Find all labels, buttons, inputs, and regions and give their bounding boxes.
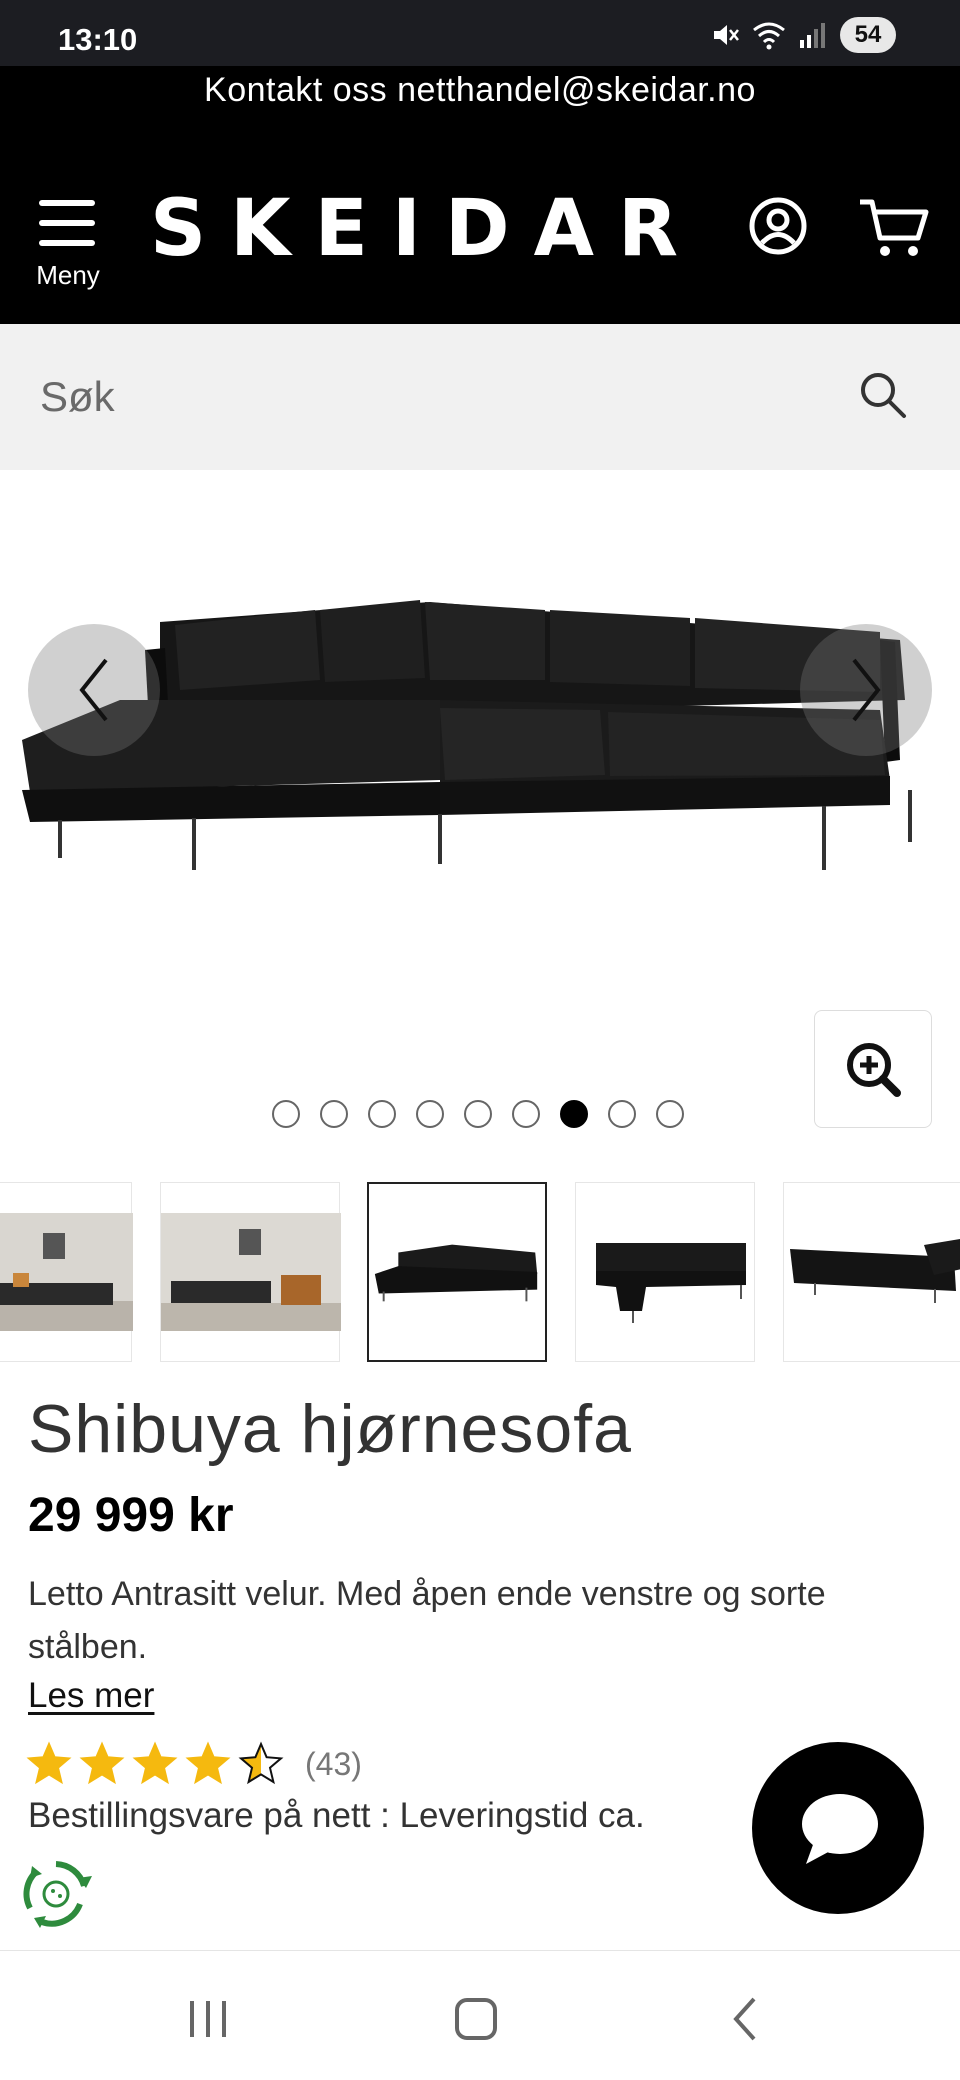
gallery-dot[interactable] [272,1100,300,1128]
chat-icon [802,1794,878,1864]
chevron-right-icon [852,658,881,722]
cart-icon[interactable] [858,196,930,260]
wifi-icon [753,22,785,50]
thumbnail[interactable] [0,1182,133,1362]
thumbnail-image [161,1213,341,1331]
back-icon[interactable] [716,1989,776,2049]
hamburger-icon [39,198,95,248]
status-time: 13:10 [58,22,138,57]
thumbnail-active[interactable] [367,1182,547,1362]
status-icons: 54 [710,17,896,53]
product-rating[interactable]: (43) [26,1741,362,1787]
search-icon[interactable] [856,368,912,424]
thumbnail-image [790,1239,960,1303]
gallery-dot[interactable] [368,1100,396,1128]
thumbnail-image [0,1213,133,1331]
signal-icon [800,23,825,48]
account-icon[interactable] [748,196,808,256]
gallery-dot[interactable] [608,1100,636,1128]
rating-count: (43) [305,1745,362,1782]
skeidar-logo[interactable]: SKEIDAR [150,184,690,274]
chat-button[interactable] [752,1742,924,1914]
thumbnail[interactable] [160,1182,341,1362]
status-bar: 13:10 54 [0,0,960,66]
recent-apps-icon[interactable] [178,1989,238,2049]
product-price: 29 999 kr [28,1489,234,1542]
menu-label: Meny [36,260,100,290]
home-icon[interactable] [446,1989,506,2049]
chevron-left-icon [79,658,108,722]
prev-image-button[interactable] [28,624,160,756]
site-header: Kontakt oss netthandel@skeidar.no Meny S… [0,66,960,324]
zoom-button[interactable] [814,1010,932,1128]
battery-indicator: 54 [840,17,896,53]
thumbnail[interactable] [575,1182,755,1362]
delivery-info: Bestillingsvare på nett : Leveringstid c… [28,1796,645,1835]
star-icon [185,1741,231,1785]
mute-icon [714,25,739,45]
star-icon [79,1741,125,1785]
zoom-in-icon [847,1043,901,1097]
recycle-icon[interactable] [18,1856,94,1932]
thumbnail[interactable] [783,1182,960,1362]
menu-button[interactable]: Meny [30,198,106,298]
gallery-dot[interactable] [656,1100,684,1128]
system-nav-bar [0,1950,960,2080]
gallery-dot[interactable] [560,1100,588,1128]
product-gallery [0,470,960,1170]
star-icon [26,1741,72,1785]
star-icon [238,1741,284,1785]
gallery-dot[interactable] [320,1100,348,1128]
gallery-dot[interactable] [464,1100,492,1128]
gallery-dot[interactable] [512,1100,540,1128]
gallery-dot[interactable] [416,1100,444,1128]
product-description: Letto Antrasitt velur. Med åpen ende ven… [28,1575,826,1666]
next-image-button[interactable] [800,624,932,756]
contact-banner[interactable]: Kontakt oss netthandel@skeidar.no [0,66,960,114]
gallery-pagination [272,1100,684,1130]
search-input[interactable] [40,359,800,435]
thumbnail-image [596,1243,746,1323]
star-icon [132,1741,178,1785]
thumbnail-image [374,1244,538,1302]
read-more-link[interactable]: Les mer [28,1676,154,1716]
product-title: Shibuya hjørnesofa [28,1391,632,1467]
rating-stars [26,1741,291,1787]
thumbnail-strip [0,1182,960,1364]
search-bar [0,324,960,470]
